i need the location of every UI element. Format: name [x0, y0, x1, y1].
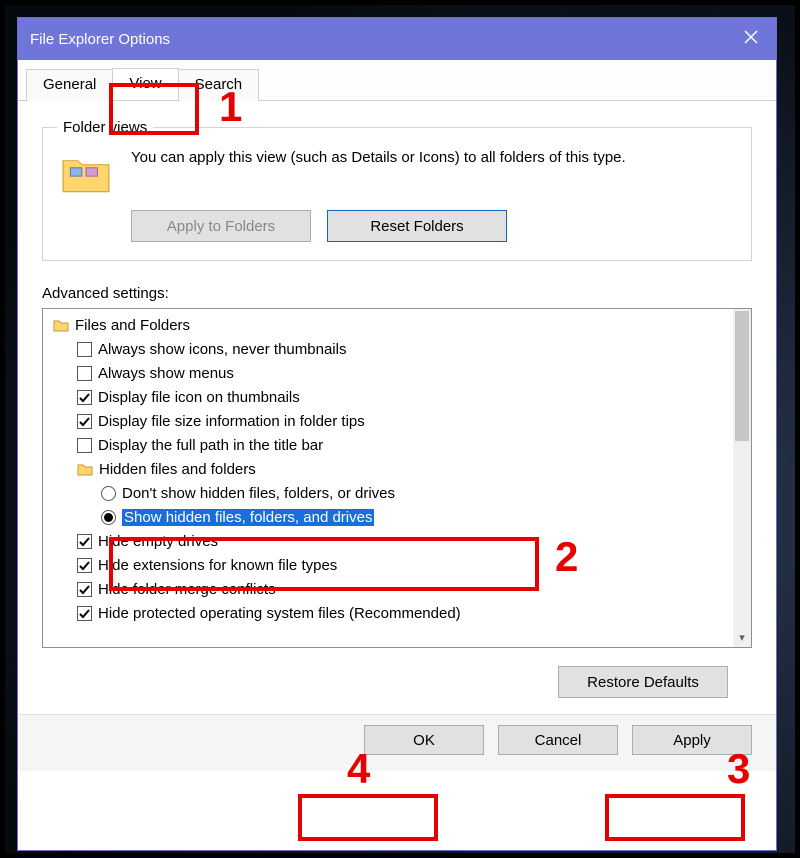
- scrollbar[interactable]: ▴ ▾: [733, 309, 751, 647]
- folder-views-legend: Folder views: [57, 119, 153, 136]
- folder-icon: [77, 462, 93, 476]
- checkbox-checked[interactable]: [77, 606, 92, 621]
- tree-label: Hide folder merge conflicts: [98, 581, 276, 598]
- tree-item[interactable]: Always show icons, never thumbnails: [49, 337, 729, 361]
- close-button[interactable]: [726, 18, 776, 60]
- tree-label: Always show icons, never thumbnails: [98, 341, 346, 358]
- tree-item[interactable]: Hide protected operating system files (R…: [49, 601, 729, 625]
- dialog-window: File Explorer Options General View Searc…: [17, 17, 777, 851]
- tab-view[interactable]: View: [112, 68, 178, 100]
- tree-item[interactable]: Hide extensions for known file types: [49, 553, 729, 577]
- tab-content: Folder views You can apply this view (su…: [18, 101, 776, 714]
- tree-item[interactable]: Always show menus: [49, 361, 729, 385]
- apply-button[interactable]: Apply: [632, 725, 752, 755]
- tree-label: Don't show hidden files, folders, or dri…: [122, 485, 395, 502]
- tree-group-files-folders[interactable]: Files and Folders: [49, 313, 729, 337]
- tree-label: Always show menus: [98, 365, 234, 382]
- folder-icon: [57, 148, 115, 198]
- tree-label: Display file icon on thumbnails: [98, 389, 300, 406]
- tree-radio-show-hidden[interactable]: Show hidden files, folders, and drives: [49, 505, 729, 529]
- radio-dot-icon: [104, 513, 113, 522]
- ok-button[interactable]: OK: [364, 725, 484, 755]
- tree-label: Hide empty drives: [98, 533, 218, 550]
- checkbox-checked[interactable]: [77, 582, 92, 597]
- folder-views-buttons: Apply to Folders Reset Folders: [131, 210, 737, 242]
- client-area: General View Search Folder views: [18, 60, 776, 771]
- radio-unchecked[interactable]: [101, 486, 116, 501]
- tree-label: Hide extensions for known file types: [98, 557, 337, 574]
- window-title: File Explorer Options: [30, 31, 170, 48]
- apply-to-folders-button[interactable]: Apply to Folders: [131, 210, 311, 242]
- tree-item[interactable]: Display file size information in folder …: [49, 409, 729, 433]
- tree-item[interactable]: Hide empty drives: [49, 529, 729, 553]
- folder-views-text: You can apply this view (such as Details…: [131, 148, 737, 168]
- folder-views-group: Folder views You can apply this view (su…: [42, 119, 752, 261]
- close-icon: [744, 30, 758, 48]
- tab-general[interactable]: General: [26, 69, 113, 101]
- tree-content: Files and Folders Always show icons, nev…: [43, 309, 733, 629]
- checkbox-unchecked[interactable]: [77, 366, 92, 381]
- restore-defaults-button[interactable]: Restore Defaults: [558, 666, 728, 698]
- tree-label: Hide protected operating system files (R…: [98, 605, 461, 622]
- cancel-button[interactable]: Cancel: [498, 725, 618, 755]
- folder-views-row: You can apply this view (such as Details…: [57, 148, 737, 198]
- tree-subgroup-hidden[interactable]: Hidden files and folders: [49, 457, 729, 481]
- tree-label: Hidden files and folders: [99, 461, 256, 478]
- advanced-settings-label: Advanced settings:: [42, 285, 752, 302]
- reset-folders-button[interactable]: Reset Folders: [327, 210, 507, 242]
- checkbox-checked[interactable]: [77, 390, 92, 405]
- tree-label: Files and Folders: [75, 317, 190, 334]
- screenshot-frame: File Explorer Options General View Searc…: [0, 0, 800, 858]
- checkbox-unchecked[interactable]: [77, 438, 92, 453]
- tree-label: Display file size information in folder …: [98, 413, 365, 430]
- checkbox-checked[interactable]: [77, 558, 92, 573]
- tab-strip: General View Search: [18, 60, 776, 101]
- advanced-settings-tree[interactable]: Files and Folders Always show icons, nev…: [42, 308, 752, 648]
- radio-checked[interactable]: [101, 510, 116, 525]
- checkbox-checked[interactable]: [77, 414, 92, 429]
- folder-icon: [53, 318, 69, 332]
- checkbox-unchecked[interactable]: [77, 342, 92, 357]
- scroll-thumb[interactable]: [735, 311, 749, 441]
- tree-label: Show hidden files, folders, and drives: [122, 509, 374, 526]
- tab-search[interactable]: Search: [178, 69, 260, 101]
- tree-label: Display the full path in the title bar: [98, 437, 323, 454]
- tree-item[interactable]: Display file icon on thumbnails: [49, 385, 729, 409]
- dialog-button-row: OK Cancel Apply: [18, 714, 776, 771]
- tree-item[interactable]: Display the full path in the title bar: [49, 433, 729, 457]
- scroll-down-icon[interactable]: ▾: [735, 629, 749, 645]
- tree-radio-dont-show[interactable]: Don't show hidden files, folders, or dri…: [49, 481, 729, 505]
- tree-item[interactable]: Hide folder merge conflicts: [49, 577, 729, 601]
- restore-row: Restore Defaults: [42, 648, 752, 706]
- checkbox-checked[interactable]: [77, 534, 92, 549]
- title-bar: File Explorer Options: [18, 18, 776, 60]
